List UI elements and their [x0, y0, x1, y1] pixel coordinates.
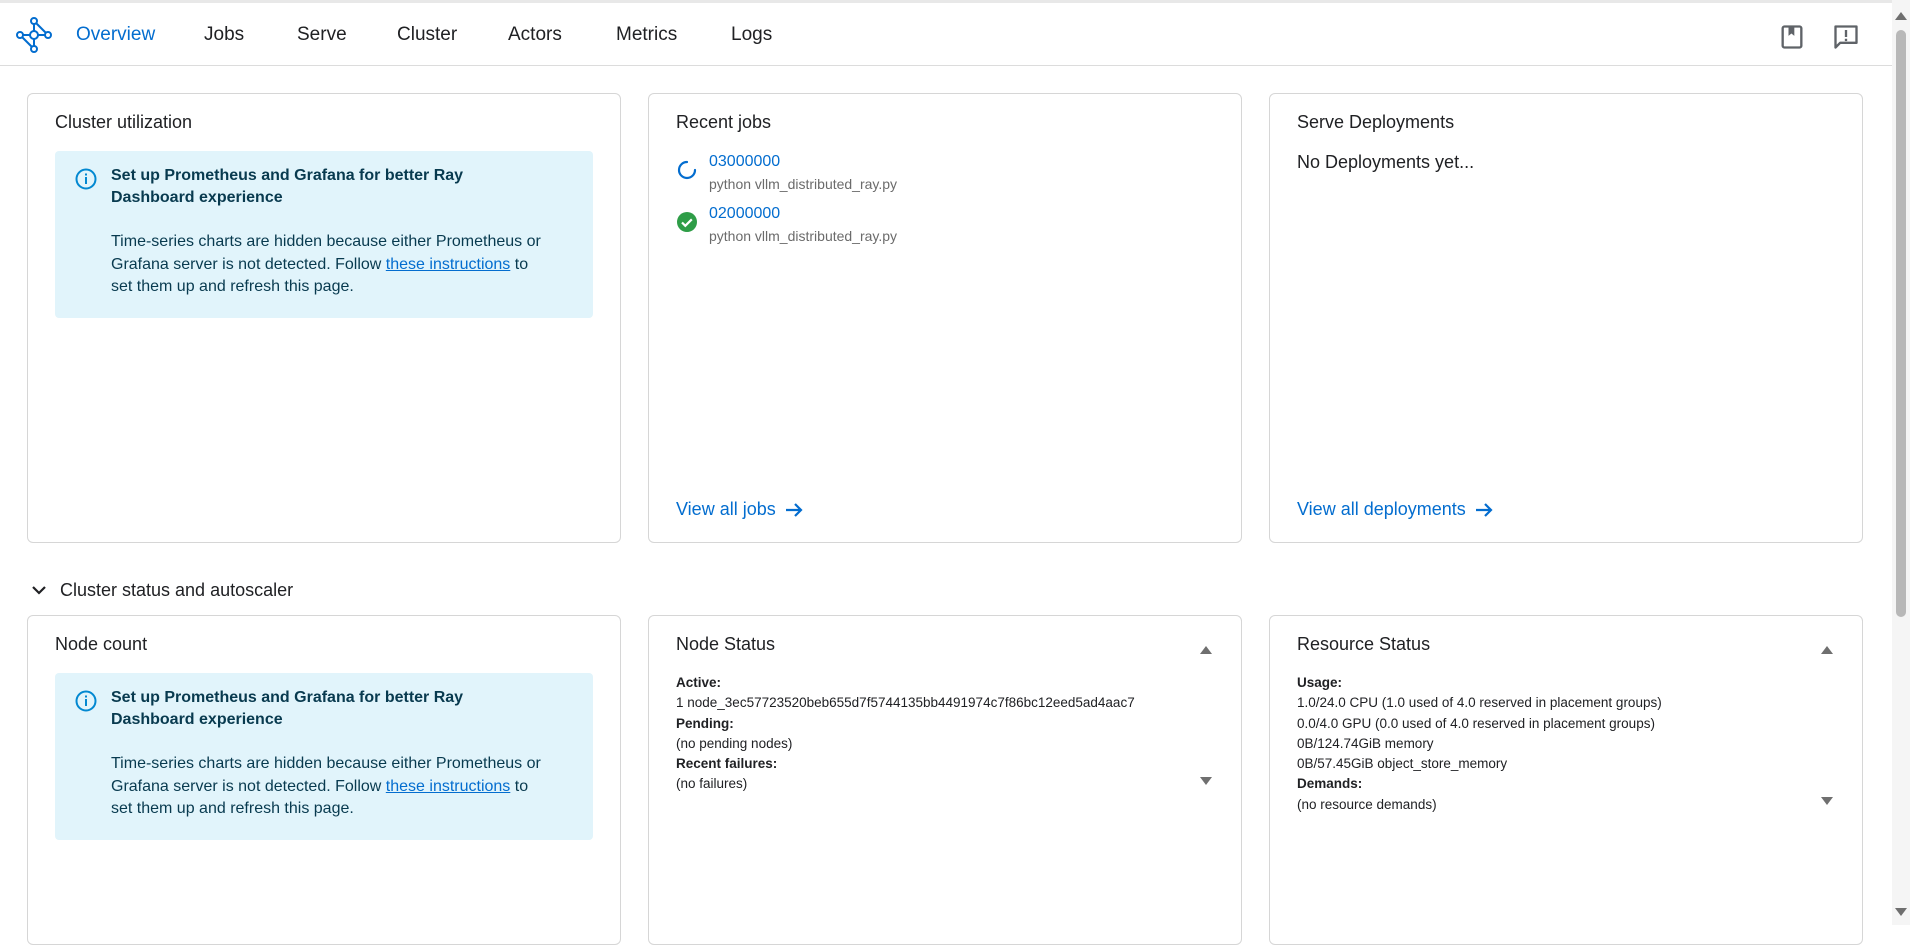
link-label: View all jobs [676, 499, 776, 519]
job-command: python vllm_distributed_ray.py [709, 176, 898, 192]
instructions-link[interactable]: these instructions [386, 256, 511, 273]
tab-jobs[interactable]: Jobs [204, 24, 244, 46]
tab-metrics[interactable]: Metrics [616, 24, 677, 46]
cluster-utilization-card: Cluster utilization Set up Prometheus an… [27, 93, 621, 543]
scroll-up-arrow[interactable] [1821, 646, 1833, 654]
tab-serve[interactable]: Serve [297, 24, 347, 46]
info-title: Set up Prometheus and Grafana for better… [111, 689, 464, 728]
active-value: 1 node_3ec57723520beb655d7f5744135bb4491… [676, 695, 1135, 711]
prometheus-info-alert: Set up Prometheus and Grafana for better… [55, 151, 593, 318]
failures-label: Recent failures: [676, 756, 778, 772]
resource-status-card: Resource Status Usage: 1.0/24.0 CPU (1.0… [1269, 615, 1863, 945]
arrow-right-icon [785, 502, 803, 517]
success-check-icon [677, 212, 697, 232]
demands-value: (no resource demands) [1297, 796, 1437, 812]
link-label: View all deployments [1297, 499, 1466, 519]
feedback-icon[interactable] [1832, 23, 1860, 51]
card-title: Serve Deployments [1297, 112, 1455, 132]
active-label: Active: [676, 675, 722, 690]
docs-book-icon[interactable] [1778, 23, 1806, 51]
info-title: Set up Prometheus and Grafana for better… [111, 167, 464, 206]
ray-logo-icon[interactable] [16, 17, 52, 53]
instructions-link[interactable]: these instructions [386, 778, 511, 795]
scrollbar-thumb[interactable] [1896, 30, 1906, 617]
card-title: Cluster utilization [55, 112, 193, 132]
pending-label: Pending: [676, 715, 734, 731]
tab-actors[interactable]: Actors [508, 24, 562, 46]
empty-deployments-text: No Deployments yet... [1297, 152, 1475, 172]
scroll-down-arrow[interactable] [1821, 797, 1833, 805]
scrollbar-up-arrow[interactable] [1895, 12, 1907, 20]
prometheus-info-alert: Set up Prometheus and Grafana for better… [55, 673, 593, 840]
job-id-link[interactable]: 02000000 [709, 205, 780, 223]
tab-logs[interactable]: Logs [731, 24, 772, 46]
top-nav: Overview Jobs Serve Cluster Actors Metri… [0, 0, 1892, 66]
usage-line: 0.0/4.0 GPU (0.0 used of 4.0 reserved in… [1297, 715, 1655, 731]
page-scrollbar[interactable] [1892, 0, 1910, 925]
job-id-link[interactable]: 03000000 [709, 153, 780, 171]
demands-label: Demands: [1297, 776, 1363, 792]
view-all-jobs-link[interactable]: View all jobs [676, 499, 804, 520]
tab-overview[interactable]: Overview [76, 24, 155, 46]
cluster-status-section-toggle[interactable]: Cluster status and autoscaler [28, 579, 293, 601]
scrollbar-down-arrow[interactable] [1895, 908, 1907, 916]
recent-jobs-card: Recent jobs 03000000 python vllm_distrib… [648, 93, 1242, 543]
view-all-deployments-link[interactable]: View all deployments [1297, 499, 1494, 520]
running-spinner-icon [677, 160, 697, 180]
job-command: python vllm_distributed_ray.py [709, 228, 898, 244]
chevron-down-icon [32, 586, 46, 595]
node-status-content: Active: 1 node_3ec57723520beb655d7f57441… [676, 673, 1135, 795]
info-icon [75, 168, 97, 190]
failures-value: (no failures) [676, 776, 748, 792]
card-title: Resource Status [1297, 634, 1431, 654]
usage-line: 1.0/24.0 CPU (1.0 used of 4.0 reserved i… [1297, 695, 1662, 711]
card-title: Recent jobs [676, 112, 772, 132]
info-body: Time-series charts are hidden because ei… [111, 231, 551, 299]
usage-label: Usage: [1297, 675, 1343, 690]
serve-deployments-card: Serve Deployments No Deployments yet... … [1269, 93, 1863, 543]
resource-status-content: Usage: 1.0/24.0 CPU (1.0 used of 4.0 res… [1297, 673, 1662, 815]
scroll-up-arrow[interactable] [1200, 646, 1212, 654]
usage-line: 0B/57.45GiB object_store_memory [1297, 756, 1508, 772]
usage-line: 0B/124.74GiB memory [1297, 735, 1434, 751]
info-icon [75, 690, 97, 712]
node-status-card: Node Status Active: 1 node_3ec57723520be… [648, 615, 1242, 945]
pending-value: (no pending nodes) [676, 735, 793, 751]
tab-cluster[interactable]: Cluster [397, 24, 457, 46]
scroll-down-arrow[interactable] [1200, 777, 1212, 785]
section-title: Cluster status and autoscaler [60, 579, 294, 600]
info-body: Time-series charts are hidden because ei… [111, 753, 551, 821]
card-title: Node Status [676, 634, 776, 654]
node-count-card: Node count Set up Prometheus and Grafana… [27, 615, 621, 945]
card-title: Node count [55, 634, 148, 654]
arrow-right-icon [1475, 502, 1493, 517]
